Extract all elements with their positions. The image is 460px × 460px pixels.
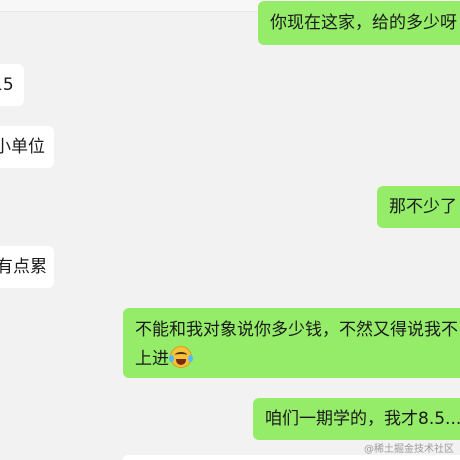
incoming-message-bubble[interactable]: 15 bbox=[0, 64, 24, 106]
watermark: @稀土掘金技术社区 bbox=[364, 444, 454, 455]
message-text: 那不少了 bbox=[389, 197, 457, 217]
message-text: 咱们一期学的，我才8.5.... bbox=[265, 409, 460, 429]
incoming-message-bubble[interactable]: 有点累 bbox=[0, 246, 54, 288]
message-text: 15 bbox=[0, 75, 14, 95]
chat-conversation: 你现在这家，给的多少呀 15 小单位 那不少了 有点累 不能和我对象说你多少钱，… bbox=[0, 0, 460, 460]
message-text: 你现在这家，给的多少呀 bbox=[270, 13, 457, 33]
tear-icon bbox=[169, 355, 174, 362]
outgoing-message-bubble[interactable]: 咱们一期学的，我才8.5.... bbox=[253, 398, 460, 440]
tear-icon bbox=[188, 355, 193, 362]
outgoing-message-bubble[interactable]: 你现在这家，给的多少呀 bbox=[258, 1, 460, 45]
incoming-message-bubble[interactable]: 小单位 bbox=[0, 126, 54, 168]
message-text: 小单位 bbox=[0, 137, 45, 157]
outgoing-message-bubble[interactable]: 不能和我对象说你多少钱，不然又得说我不上进 bbox=[123, 308, 460, 378]
message-text: 有点累 bbox=[0, 257, 47, 277]
laughing-crying-emoji-icon bbox=[169, 346, 193, 368]
outgoing-message-bubble[interactable]: 那不少了 bbox=[377, 186, 460, 228]
